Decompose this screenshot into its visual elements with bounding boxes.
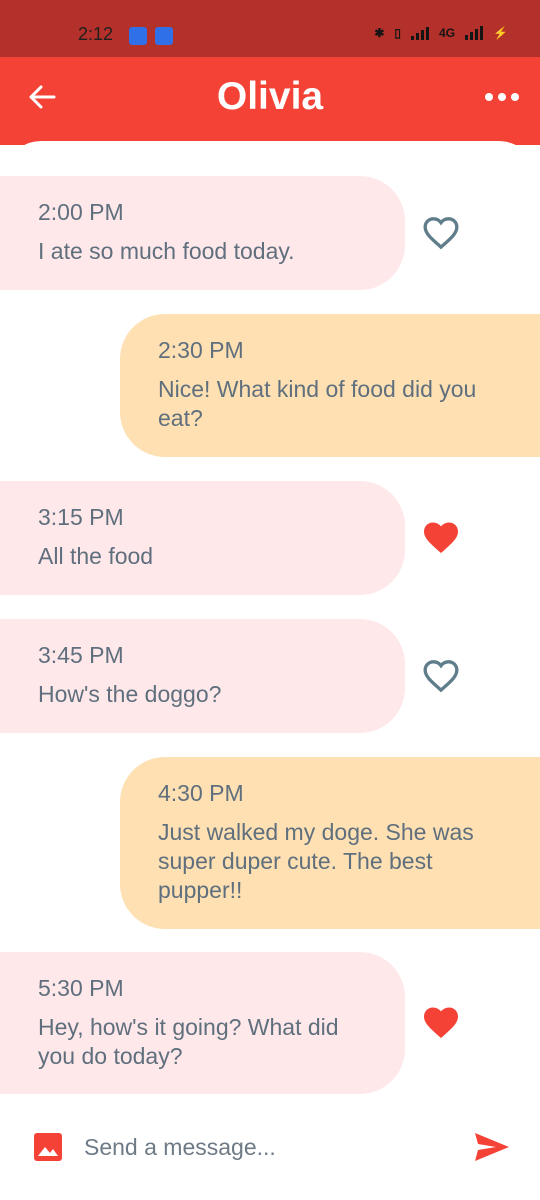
message-received[interactable]: 5:30 PM Hey, how's it going? What did yo… bbox=[0, 952, 405, 1094]
message-sent[interactable]: 4:30 PM Just walked my doge. She was sup… bbox=[120, 757, 540, 929]
message-sent[interactable]: 2:30 PM Nice! What kind of food did you … bbox=[120, 314, 540, 457]
heart-outline-icon[interactable] bbox=[420, 213, 462, 253]
chat-title: Olivia bbox=[216, 75, 324, 118]
network-type-label: 4G bbox=[439, 26, 456, 40]
message-received[interactable]: 3:15 PM All the food bbox=[0, 481, 405, 595]
chat-header: Olivia bbox=[0, 57, 540, 145]
message-time: 5:30 PM bbox=[38, 975, 124, 1001]
signal-icon bbox=[411, 26, 430, 40]
status-bar: 2:12 ✱ ▯ 4G ⚡ bbox=[0, 0, 540, 57]
usb-icon bbox=[155, 27, 173, 45]
message-text: Just walked my doge. She was super duper… bbox=[158, 819, 474, 903]
message-text: Hey, how's it going? What did you do tod… bbox=[38, 1014, 339, 1069]
message-input[interactable] bbox=[80, 1122, 468, 1172]
message-time: 2:00 PM bbox=[38, 199, 124, 225]
volte-icon: ▯ bbox=[394, 26, 402, 40]
message-time: 4:30 PM bbox=[158, 780, 244, 806]
status-time: 2:12 bbox=[78, 24, 114, 44]
heart-filled-icon[interactable] bbox=[420, 518, 462, 558]
message-composer bbox=[0, 1098, 540, 1200]
message-text: How's the doggo? bbox=[38, 681, 222, 707]
battery-charging-icon: ⚡ bbox=[493, 26, 508, 40]
status-indicators: ✱ ▯ 4G ⚡ bbox=[374, 26, 508, 40]
mobile-data-icon bbox=[465, 26, 484, 40]
message-text: All the food bbox=[38, 543, 154, 569]
message-received[interactable]: 3:45 PM How's the doggo? bbox=[0, 619, 405, 733]
message-received[interactable]: 2:00 PM I ate so much food today. bbox=[0, 176, 405, 290]
bluetooth-icon: ✱ bbox=[374, 26, 385, 40]
send-icon[interactable] bbox=[473, 1130, 511, 1164]
message-text: Nice! What kind of food did you eat? bbox=[158, 376, 477, 431]
more-horizontal-icon[interactable] bbox=[484, 87, 520, 107]
message-list[interactable]: 2:00 PM I ate so much food today. 2:30 P… bbox=[0, 141, 540, 1200]
image-icon[interactable] bbox=[33, 1132, 63, 1162]
heart-filled-icon[interactable] bbox=[420, 1003, 462, 1043]
notification-app-icon bbox=[129, 27, 147, 45]
message-time: 3:15 PM bbox=[38, 504, 124, 530]
message-time: 3:45 PM bbox=[38, 642, 124, 668]
heart-outline-icon[interactable] bbox=[420, 656, 462, 696]
message-time: 2:30 PM bbox=[158, 337, 244, 363]
message-text: I ate so much food today. bbox=[38, 238, 295, 264]
